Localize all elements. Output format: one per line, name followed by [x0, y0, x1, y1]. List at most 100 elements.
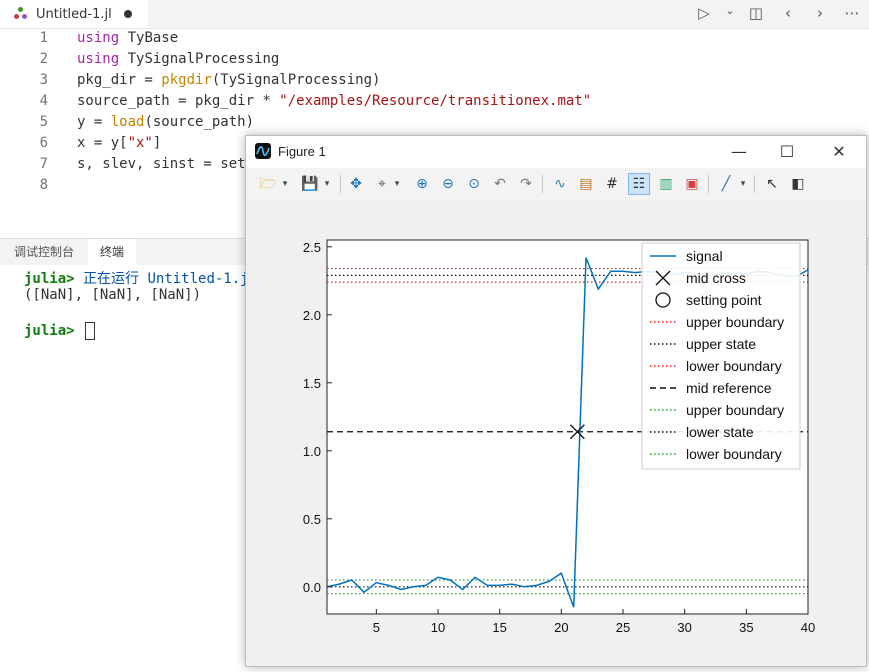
line-number: 5 — [39, 114, 48, 130]
figure-title: Figure 1 — [278, 144, 326, 159]
x-tick-label: 15 — [492, 620, 506, 635]
code-text: using TySignalProcessing — [77, 49, 279, 70]
legend-label: mid cross — [686, 270, 746, 286]
tab-debug-console[interactable]: 调试控制台 — [2, 239, 86, 265]
line-number: 4 — [39, 93, 48, 109]
figure-titlebar[interactable]: Figure 1 — ☐ ✕ — [246, 136, 866, 168]
line-number: 2 — [39, 51, 48, 67]
toolbar-separator — [340, 175, 341, 193]
tab-terminal[interactable]: 终端 — [88, 239, 137, 265]
chevron-down-icon[interactable]: ▾ — [322, 174, 332, 194]
unsaved-dot-icon[interactable] — [123, 10, 132, 18]
zoom-in-icon[interactable]: ⊕ — [412, 174, 432, 194]
forward-icon[interactable]: › — [809, 4, 831, 22]
code-token: using — [77, 51, 120, 67]
code-line[interactable]: 2 using TySignalProcessing — [0, 49, 869, 70]
code-line[interactable]: 4 source_path = pkg_dir * "/examples/Reso… — [0, 91, 869, 112]
code-text: s, slev, sinst = set — [77, 154, 246, 175]
code-text: pkg_dir = pkgdir(TySignalProcessing) — [77, 70, 380, 91]
legend-label: lower boundary — [686, 358, 782, 374]
legend-label: upper boundary — [686, 402, 784, 418]
grid-icon[interactable]: # — [602, 174, 622, 194]
code-token: "/examples/Resource/transitionex.mat" — [279, 93, 592, 109]
undo-icon[interactable]: ↶ — [490, 174, 510, 194]
code-text: y = load(source_path) — [77, 112, 254, 133]
property-editor-icon[interactable]: ▤ — [576, 174, 596, 194]
code-token: load — [110, 114, 145, 130]
code-line[interactable]: 3 pkg_dir = pkgdir(TySignalProcessing) — [0, 70, 869, 91]
code-token: (TySignalProcessing) — [211, 72, 381, 88]
legend-label: upper state — [686, 336, 756, 352]
line-number: 1 — [39, 30, 48, 46]
code-token: x = y[ — [77, 135, 128, 151]
editor-tab[interactable]: Untitled-1.jl — [0, 0, 148, 28]
open-folder-icon[interactable]: 🗁 — [258, 174, 278, 194]
terminal-cursor[interactable] — [85, 322, 96, 340]
data-cursor-icon[interactable]: ⌖ — [372, 174, 392, 194]
redo-icon[interactable]: ↷ — [516, 174, 536, 194]
colorbar-icon[interactable]: ▥ — [656, 174, 676, 194]
editor-actions: ▷ ⌄ ◫ ‹ › ⋯ — [693, 4, 863, 22]
dock-panel-icon[interactable]: ◧ — [788, 174, 808, 194]
terminal-line-input: julia> — [24, 322, 96, 340]
code-token: pkgdir — [161, 72, 212, 88]
chevron-down-icon[interactable]: ▾ — [392, 174, 402, 194]
y-tick-label: 0.0 — [303, 580, 321, 595]
legend-label: signal — [686, 248, 723, 264]
run-icon[interactable]: ▷ — [693, 4, 715, 22]
code-token: s, slev, sinst = set — [77, 156, 246, 172]
zoom-fit-icon[interactable]: ⊙ — [464, 174, 484, 194]
line-number: 6 — [39, 135, 48, 151]
figure-app-icon — [255, 143, 271, 159]
brush-icon[interactable]: ∿ — [550, 174, 570, 194]
code-token: y = — [77, 114, 111, 130]
code-token: source_path = pkg_dir * — [77, 93, 280, 109]
x-tick-label: 35 — [739, 620, 753, 635]
close-button[interactable]: ✕ — [824, 140, 854, 164]
y-tick-label: 1.0 — [303, 444, 321, 459]
code-text: source_path = pkg_dir * "/examples/Resou… — [77, 91, 591, 112]
figure-toolbar: 🗁 ▾ 💾 ▾ ✥ ⌖ ▾ ⊕ ⊖ ⊙ ↶ ↷ ∿ ▤ # ☷ ▥ ▣ ╱ ▾ … — [246, 168, 866, 201]
plot-area[interactable]: 5 10 15 20 25 30 35 40 0.0 0.5 1.0 1.5 2.0 2.5 signal m… — [246, 200, 866, 665]
code-line[interactable]: 1 using TyBase — [0, 28, 869, 49]
zoom-out-icon[interactable]: ⊖ — [438, 174, 458, 194]
legend-label: upper boundary — [686, 314, 784, 330]
code-token: TyBase — [119, 30, 179, 46]
y-tick-label: 2.0 — [303, 308, 321, 323]
code-token: "x" — [127, 135, 153, 151]
code-line[interactable]: 5 y = load(source_path) — [0, 112, 869, 133]
terminal-line-run: julia> 正在运行 Untitled-1.j — [24, 268, 249, 288]
chevron-down-icon[interactable]: ▾ — [738, 174, 748, 194]
figure-frame-icon[interactable]: ▣ — [682, 174, 702, 194]
chevron-down-icon[interactable]: ▾ — [280, 174, 290, 194]
figure-window[interactable]: Figure 1 — ☐ ✕ 🗁 ▾ 💾 ▾ ✥ ⌖ ▾ ⊕ ⊖ ⊙ ↶ ↷ ∿… — [245, 135, 867, 667]
toolbar-separator — [708, 175, 709, 193]
code-token: pkg_dir = — [77, 72, 162, 88]
julia-file-icon — [14, 7, 28, 21]
code-token: ] — [152, 135, 162, 151]
back-icon[interactable]: ‹ — [777, 4, 799, 22]
more-icon[interactable]: ⋯ — [841, 4, 863, 22]
y-tick-label: 2.5 — [303, 240, 321, 255]
tab-title: Untitled-1.jl — [36, 6, 112, 22]
x-tick-label: 20 — [554, 620, 568, 635]
save-icon[interactable]: 💾 — [300, 174, 320, 194]
pointer-icon[interactable]: ↖ — [762, 174, 782, 194]
minimize-button[interactable]: — — [724, 140, 754, 164]
line-number: 8 — [39, 177, 48, 193]
x-tick-label: 30 — [677, 620, 691, 635]
terminal-prompt: julia> — [24, 271, 75, 287]
terminal-prompt: julia> — [24, 323, 75, 339]
chevron-down-icon[interactable]: ⌄ — [725, 4, 735, 22]
x-tick-label: 5 — [373, 620, 380, 635]
split-editor-icon[interactable]: ◫ — [745, 4, 767, 22]
y-tick-label: 0.5 — [303, 512, 321, 527]
legend-label: lower state — [686, 424, 754, 440]
pan-icon[interactable]: ✥ — [346, 174, 366, 194]
line-draw-icon[interactable]: ╱ — [716, 174, 736, 194]
y-tick-label: 1.5 — [303, 376, 321, 391]
maximize-button[interactable]: ☐ — [772, 140, 802, 164]
terminal-output: ([NaN], [NaN], [NaN]) — [24, 287, 202, 303]
line-number: 3 — [39, 72, 48, 88]
legend-icon[interactable]: ☷ — [628, 173, 650, 195]
